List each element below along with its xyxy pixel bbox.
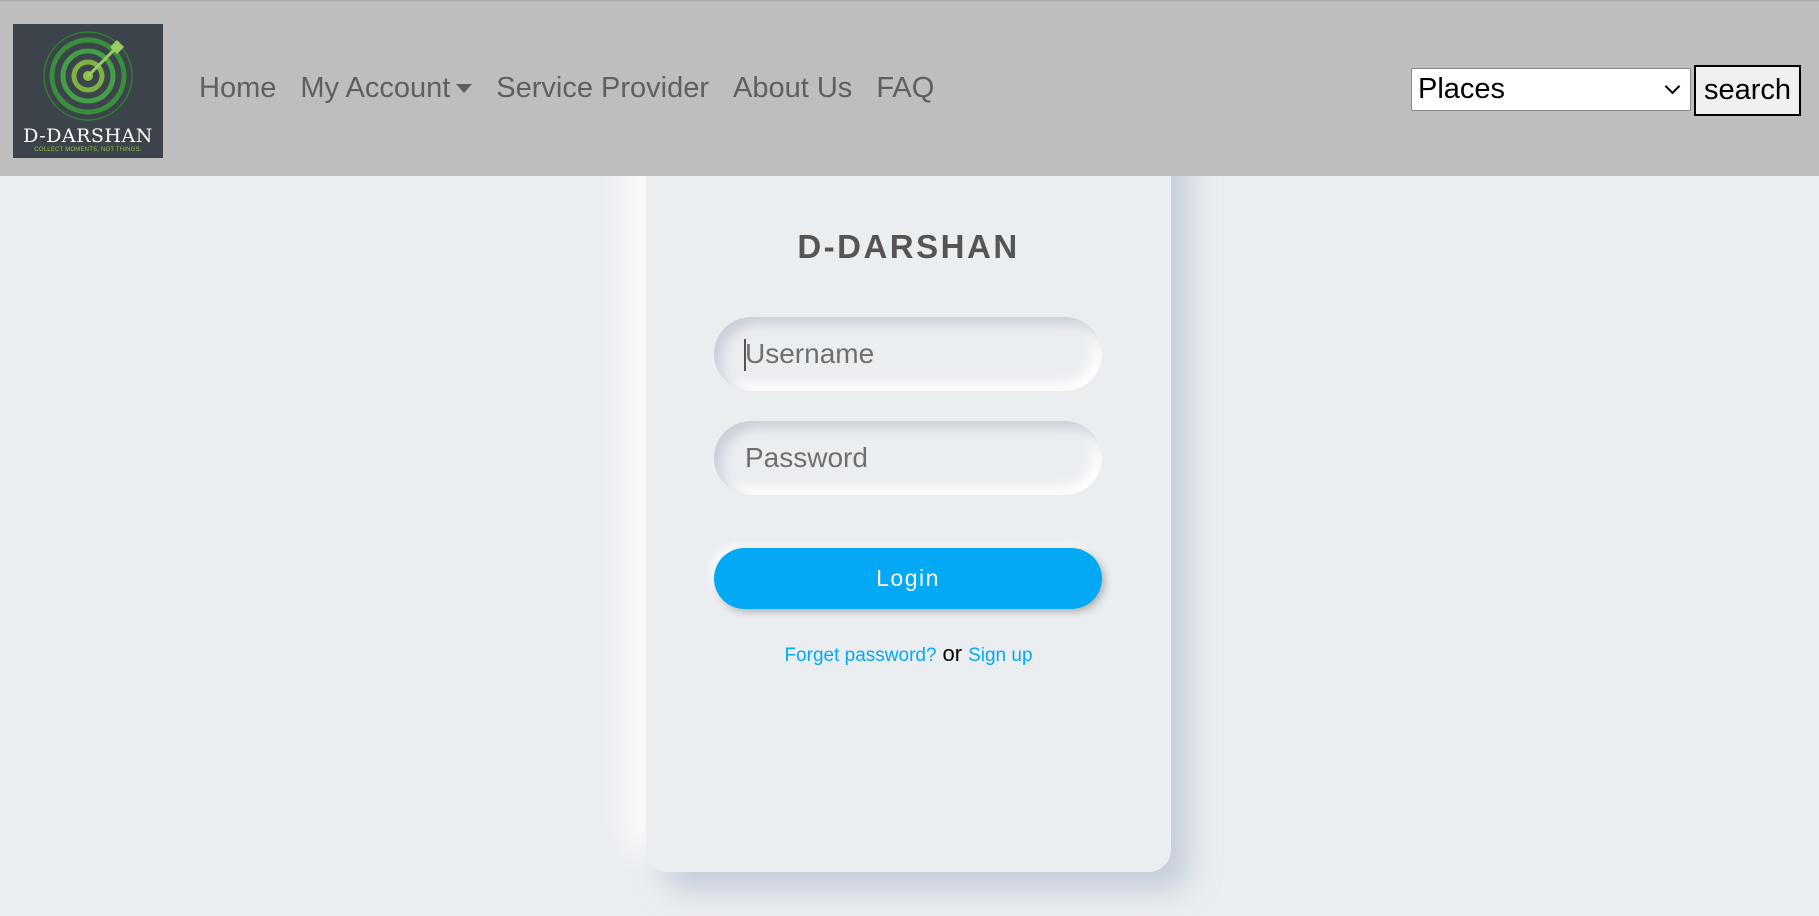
nav-service-provider[interactable]: Service Provider xyxy=(496,72,709,105)
logo-tagline: COLLECT MOMENTS, NOT THINGS. xyxy=(34,147,142,153)
login-card: D-DARSHAN Username Password Login Forget… xyxy=(646,120,1171,872)
nav-about-us-label: About Us xyxy=(733,72,853,104)
password-input[interactable]: Password xyxy=(714,421,1102,495)
target-arrow-icon xyxy=(43,31,133,121)
nav-home[interactable]: Home xyxy=(199,72,276,105)
nav-service-provider-label: Service Provider xyxy=(496,72,710,104)
login-title: D-DARSHAN xyxy=(797,228,1020,265)
nav-about-us[interactable]: About Us xyxy=(733,72,852,105)
main-nav: Home My Account Service Provider About U… xyxy=(199,72,958,105)
chevron-down-icon xyxy=(1664,78,1681,95)
login-button[interactable]: Login xyxy=(714,548,1102,609)
site-logo[interactable]: D-DARSHAN COLLECT MOMENTS, NOT THINGS. xyxy=(13,24,163,158)
places-select[interactable]: Places xyxy=(1411,68,1691,111)
nav-home-label: Home xyxy=(199,72,277,104)
logo-name: D-DARSHAN xyxy=(23,125,153,147)
search-button[interactable]: search xyxy=(1694,65,1801,116)
text-cursor xyxy=(744,339,746,371)
nav-my-account-label: My Account xyxy=(300,72,451,104)
places-select-value: Places xyxy=(1418,73,1506,105)
or-text: or xyxy=(942,641,963,666)
nav-faq[interactable]: FAQ xyxy=(876,72,934,105)
nav-faq-label: FAQ xyxy=(876,72,935,104)
nav-my-account[interactable]: My Account xyxy=(300,72,473,105)
account-links: Forget password? or Sign up xyxy=(646,641,1171,667)
sign-up-link[interactable]: Sign up xyxy=(968,645,1032,666)
forgot-password-link[interactable]: Forget password? xyxy=(784,645,936,666)
username-placeholder: Username xyxy=(745,338,875,369)
username-input[interactable]: Username xyxy=(714,317,1102,391)
navbar: D-DARSHAN COLLECT MOMENTS, NOT THINGS. H… xyxy=(0,0,1819,176)
caret-down-icon xyxy=(456,84,473,93)
password-placeholder: Password xyxy=(745,442,868,473)
